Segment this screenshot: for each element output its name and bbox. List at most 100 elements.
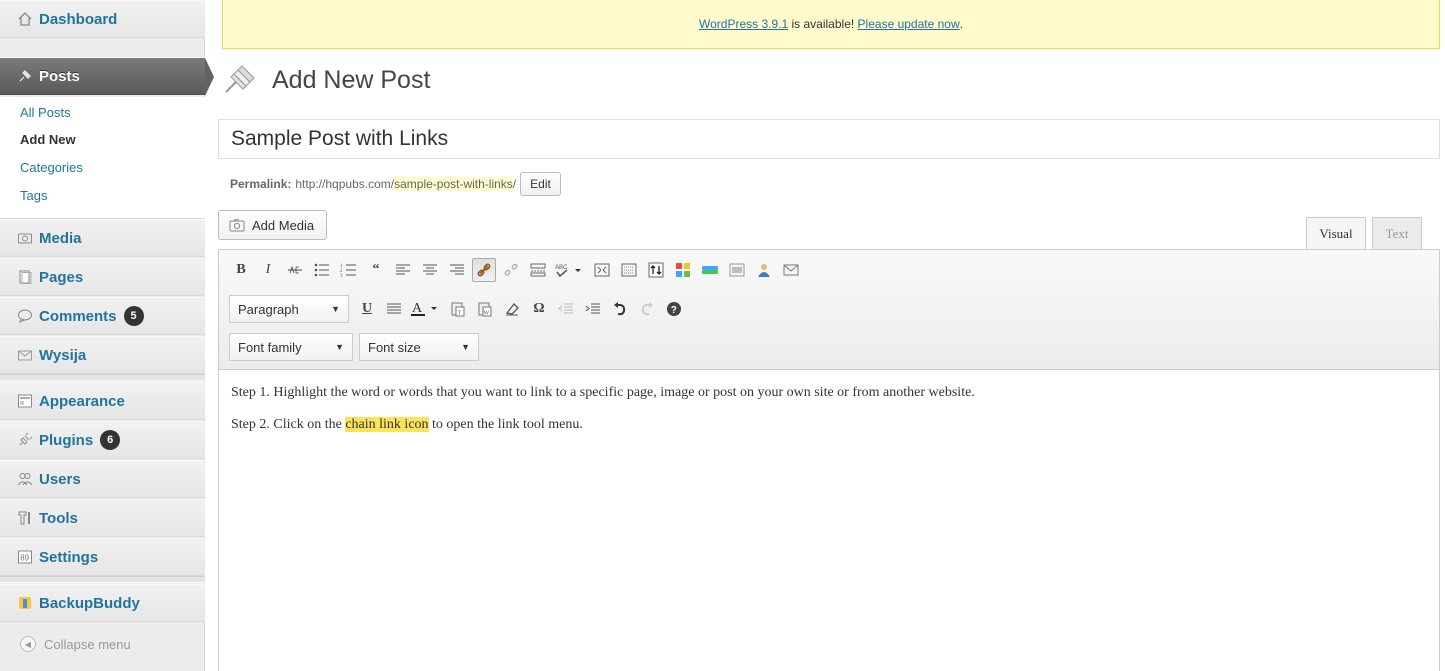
pushpin-icon <box>16 67 34 85</box>
bold-icon[interactable]: B <box>229 258 253 282</box>
font-family-select-value: Font family <box>238 339 302 355</box>
email-icon[interactable] <box>779 258 803 282</box>
outdent-icon[interactable] <box>554 297 578 321</box>
horizontal-rule-icon[interactable] <box>725 258 749 282</box>
italic-icon[interactable]: I <box>256 258 280 282</box>
step-2-text-start: Step 2. Click on the <box>231 417 346 432</box>
toolbar-row-3: Font family ▼ Font size ▼ <box>229 333 485 361</box>
plugins-count-badge: 6 <box>100 430 121 450</box>
permalink-row: Permalink: http://hqpubs.com/sample-post… <box>230 172 561 196</box>
insert-more-tag-icon[interactable] <box>526 258 550 282</box>
toolbar-row-1: B I 123 “ ABC <box>229 258 806 282</box>
permalink-base-url: http://hqpubs.com/ <box>295 177 395 191</box>
user-profile-icon[interactable] <box>752 258 776 282</box>
plug-icon <box>16 431 34 449</box>
highlighted-text: chain link icon <box>345 417 429 432</box>
page-heading: Add New Post <box>222 62 430 99</box>
menu-label-appearance: Appearance <box>39 392 125 410</box>
svg-text:T: T <box>458 311 462 317</box>
align-right-icon[interactable] <box>445 258 469 282</box>
menu-item-pages[interactable]: Pages <box>0 258 205 296</box>
post-editor: B I 123 “ ABC Paragraph ▼ U A T W Ω ? Fo… <box>218 249 1440 671</box>
format-select-value: Paragraph <box>238 301 299 317</box>
font-size-select[interactable]: Font size ▼ <box>359 333 479 361</box>
menu-item-media[interactable]: Media <box>0 219 205 257</box>
strikethrough-icon[interactable] <box>283 258 307 282</box>
menu-label-settings: Settings <box>39 548 99 566</box>
chevron-down-icon: ▼ <box>335 342 344 352</box>
help-icon[interactable]: ? <box>662 297 686 321</box>
svg-text:?: ? <box>671 305 677 316</box>
font-family-select[interactable]: Font family ▼ <box>229 333 353 361</box>
menu-item-tools[interactable]: Tools <box>0 499 205 537</box>
editor-content-area[interactable]: Step 1. Highlight the word or words that… <box>219 371 1439 463</box>
menu-item-wysija[interactable]: Wysija <box>0 336 205 374</box>
backupbuddy-icon <box>16 594 34 612</box>
color-blocks-icon[interactable] <box>671 258 695 282</box>
permalink-slug[interactable]: sample-post-with-links <box>394 177 513 191</box>
numbered-list-icon[interactable]: 123 <box>337 258 361 282</box>
spellcheck-icon[interactable]: ABC <box>553 258 587 282</box>
blockquote-icon[interactable]: “ <box>364 258 388 282</box>
collapse-menu-button[interactable]: ◀ Collapse menu <box>20 636 131 652</box>
chevron-down-icon: ▼ <box>461 342 470 352</box>
comments-count-badge: 5 <box>123 306 144 326</box>
submenu-tags[interactable]: Tags <box>20 188 47 203</box>
menu-label-pages: Pages <box>39 268 84 286</box>
update-now-link[interactable]: Please update now <box>858 17 960 31</box>
tab-visual[interactable]: Visual <box>1306 217 1366 250</box>
paste-as-text-icon[interactable]: T <box>446 297 470 321</box>
submenu-categories[interactable]: Categories <box>20 160 83 175</box>
page-title: Add New Post <box>272 66 431 94</box>
chevron-down-icon: ▼ <box>331 304 340 314</box>
edit-permalink-button[interactable]: Edit <box>520 172 561 196</box>
add-media-button[interactable]: Add Media <box>218 210 328 240</box>
menu-item-dashboard[interactable]: Dashboard <box>0 0 205 38</box>
menu-item-users[interactable]: Users <box>0 460 205 498</box>
appearance-icon <box>16 392 34 410</box>
menu-label-dashboard: Dashboard <box>39 10 118 28</box>
indent-icon[interactable] <box>581 297 605 321</box>
fullscreen-icon[interactable] <box>590 258 614 282</box>
submenu-all-posts[interactable]: All Posts <box>20 105 71 120</box>
content-paragraph-step-1: Step 1. Highlight the word or words that… <box>231 385 975 400</box>
wordpress-version-link[interactable]: WordPress 3.9.1 <box>699 17 788 31</box>
permalink-trailing-slash: / <box>512 177 517 191</box>
redo-icon[interactable] <box>635 297 659 321</box>
text-color-icon[interactable]: A <box>409 297 443 321</box>
collapse-arrow-icon: ◀ <box>20 636 36 652</box>
divider-bar-icon[interactable] <box>698 258 722 282</box>
menu-item-backupbuddy[interactable]: BackupBuddy <box>0 584 205 622</box>
kitchen-sink-icon[interactable] <box>617 258 641 282</box>
menu-item-comments[interactable]: Comments 5 <box>0 297 205 335</box>
svg-text:3: 3 <box>340 274 343 278</box>
paste-from-word-icon[interactable]: W <box>473 297 497 321</box>
align-left-icon[interactable] <box>391 258 415 282</box>
collapse-menu-label: Collapse menu <box>44 636 131 652</box>
content-paragraph-step-2: Step 2. Click on the chain link icon to … <box>231 417 1427 433</box>
camera-icon <box>16 229 34 247</box>
menu-label-wysija: Wysija <box>39 346 87 364</box>
special-character-icon[interactable]: Ω <box>527 297 551 321</box>
menu-label-plugins: Plugins <box>39 431 94 449</box>
insert-link-chain-icon[interactable] <box>472 258 496 282</box>
permalink-label: Permalink: <box>230 177 292 191</box>
tab-text[interactable]: Text <box>1372 217 1422 250</box>
unlink-icon[interactable] <box>499 258 523 282</box>
bullet-list-icon[interactable] <box>310 258 334 282</box>
menu-label-users: Users <box>39 470 81 488</box>
undo-icon[interactable] <box>608 297 632 321</box>
align-center-icon[interactable] <box>418 258 442 282</box>
submenu-add-new[interactable]: Add New <box>20 132 76 147</box>
format-select[interactable]: Paragraph ▼ <box>229 295 349 323</box>
menu-item-appearance[interactable]: Appearance <box>0 382 205 420</box>
pushpin-icon <box>222 62 258 99</box>
clear-formatting-icon[interactable] <box>500 297 524 321</box>
post-title-input[interactable]: Sample Post with Links <box>218 119 1440 159</box>
menu-item-plugins[interactable]: Plugins 6 <box>0 421 205 459</box>
align-justify-icon[interactable] <box>382 297 406 321</box>
menu-item-settings[interactable]: 89 Settings <box>0 538 205 576</box>
sort-columns-icon[interactable] <box>644 258 668 282</box>
underline-icon[interactable]: U <box>355 297 379 321</box>
menu-item-posts[interactable]: Posts <box>0 57 205 95</box>
